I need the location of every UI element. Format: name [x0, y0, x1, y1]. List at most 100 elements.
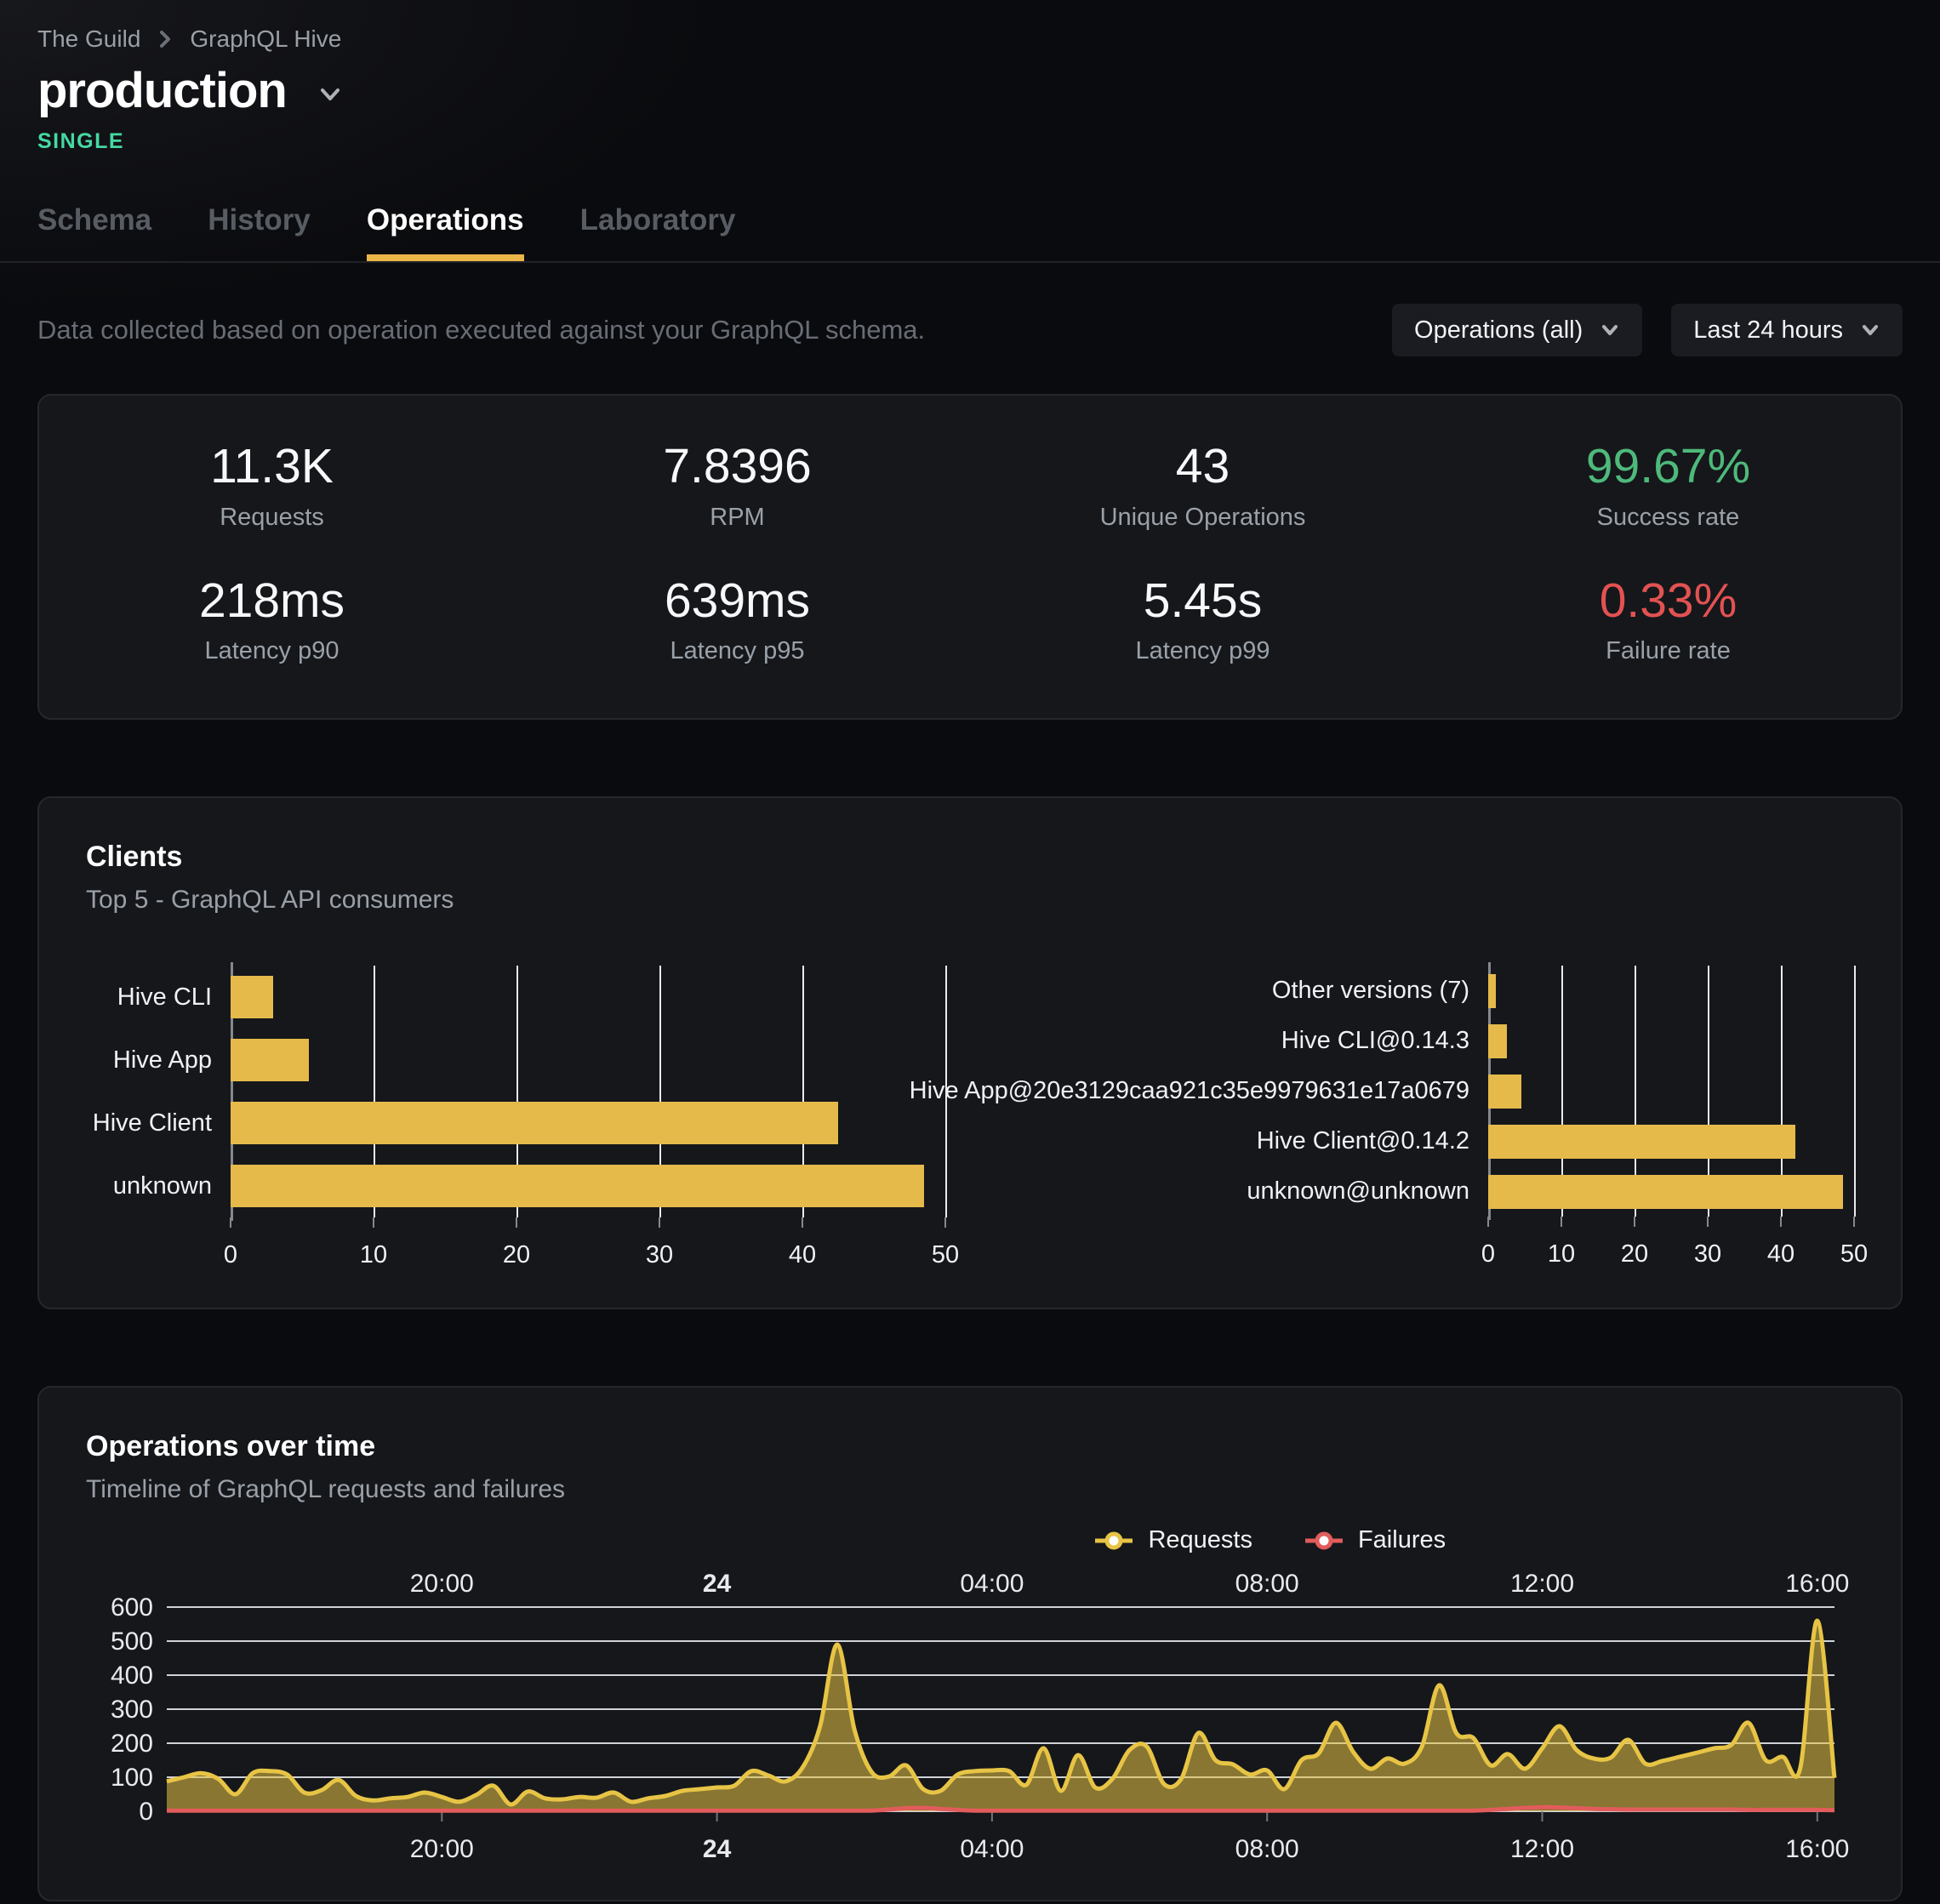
bar-chart-body: Other versions (7)Hive CLI@0.14.3Hive Ap… [961, 966, 1854, 1217]
breadcrumb-project[interactable]: GraphQL Hive [190, 26, 341, 53]
bar-row [1488, 966, 1854, 1016]
bar-category-label: Hive Client [86, 1092, 231, 1154]
y-tick-label: 100 [111, 1764, 153, 1792]
x-tick-label-bottom: 20:00 [410, 1835, 474, 1863]
breadcrumb-org[interactable]: The Guild [37, 26, 140, 53]
clients-panel-subtitle: Top 5 - GraphQL API consumers [86, 886, 1854, 915]
legend-item-failures[interactable]: Failures [1304, 1526, 1446, 1554]
bar [1488, 1075, 1521, 1109]
legend-item-requests[interactable]: Requests [1093, 1526, 1252, 1554]
legend-label: Failures [1358, 1526, 1446, 1554]
stat-value: 7.8396 [505, 440, 970, 493]
title-row: production [37, 66, 1903, 116]
x-tick [373, 1217, 374, 1228]
stat-value: 5.45s [970, 574, 1435, 628]
x-tick [230, 1217, 231, 1228]
clients-panel: Clients Top 5 - GraphQL API consumers Hi… [37, 796, 1903, 1309]
period-filter-value: Last 24 hours [1693, 316, 1843, 345]
target-selector-chevron-down-icon[interactable] [316, 84, 345, 105]
stat-value: 11.3K [39, 440, 505, 493]
operations-filter-dropdown[interactable]: Operations (all) [1392, 304, 1642, 356]
y-tick-label: 600 [111, 1593, 153, 1622]
x-tick [802, 1217, 803, 1228]
bar-row [1488, 1016, 1854, 1066]
x-tick-label: 10 [360, 1241, 387, 1269]
bar-category-labels: Other versions (7)Hive CLI@0.14.3Hive Ap… [961, 966, 1488, 1217]
tab-schema[interactable]: Schema [37, 203, 151, 261]
y-tick-label: 300 [111, 1696, 153, 1724]
stat-label: Latency p95 [505, 637, 970, 665]
stat-success-rate: 99.67% Success rate [1435, 440, 1901, 532]
x-tick [1780, 1217, 1782, 1227]
page-title: production [37, 66, 287, 116]
period-filter-dropdown[interactable]: Last 24 hours [1671, 304, 1903, 356]
bar [231, 1102, 838, 1144]
timeline-chart-svg: 010020030040050060020:0020:00242404:0004… [86, 1566, 1854, 1866]
bar-chart-plot [1488, 966, 1854, 1217]
y-tick-label: 0 [139, 1798, 153, 1826]
x-tick-label-top: 20:00 [410, 1570, 474, 1598]
stat-latency-p95: 639ms Latency p95 [505, 574, 970, 666]
bar-row [231, 1092, 945, 1154]
stat-label: RPM [505, 504, 970, 532]
clients-charts-row: Hive CLIHive AppHive Clientunknown010203… [86, 966, 1854, 1274]
x-tick-label-top: 08:00 [1235, 1570, 1299, 1598]
x-tick [1561, 1217, 1562, 1227]
x-tick [1634, 1217, 1635, 1227]
stat-rpm: 7.8396 RPM [505, 440, 970, 532]
clients-by-name-chart: Hive CLIHive AppHive Clientunknown010203… [86, 966, 945, 1274]
page-container: The Guild GraphQL Hive production SINGLE… [0, 0, 1940, 261]
legend-marker-icon [1093, 1530, 1134, 1552]
tab-history[interactable]: History [208, 203, 311, 261]
stat-label: Unique Operations [970, 504, 1435, 532]
x-tick-label: 50 [932, 1241, 959, 1269]
bar-category-label: Hive App [86, 1029, 231, 1092]
bar-row [231, 1029, 945, 1092]
x-tick-label: 40 [1767, 1240, 1794, 1268]
bar-category-label: unknown@unknown [961, 1166, 1488, 1217]
bar-category-label: Hive CLI@0.14.3 [961, 1016, 1488, 1066]
bar-chart-x-axis: 01020304050 [231, 1229, 945, 1274]
stat-label: Success rate [1435, 504, 1901, 532]
page-description: Data collected based on operation execut… [37, 315, 1363, 345]
header-divider [0, 261, 1940, 263]
chevron-right-icon [157, 28, 173, 50]
breadcrumb: The Guild GraphQL Hive [37, 0, 1903, 53]
timeline-legend: Requests Failures [1093, 1526, 1854, 1554]
stat-value: 639ms [505, 574, 970, 628]
stat-latency-p99: 5.45s Latency p99 [970, 574, 1435, 666]
gridline [945, 966, 947, 1217]
x-tick-label: 20 [503, 1241, 530, 1269]
bar-row [231, 966, 945, 1029]
requests-area [167, 1621, 1834, 1811]
clients-panel-title: Clients [86, 841, 1854, 874]
x-tick-label-top: 16:00 [1785, 1570, 1849, 1598]
x-tick [1487, 1217, 1489, 1227]
x-tick-label: 30 [646, 1241, 673, 1269]
x-tick [1707, 1217, 1709, 1227]
stat-value: 99.67% [1435, 440, 1901, 493]
bar-chart-plot [231, 966, 945, 1217]
bar [231, 1165, 924, 1207]
bar-row [1488, 1066, 1854, 1116]
x-tick-label: 10 [1548, 1240, 1575, 1268]
tab-laboratory[interactable]: Laboratory [580, 203, 736, 261]
target-type-badge: SINGLE [37, 129, 1903, 154]
stat-label: Latency p99 [970, 637, 1435, 665]
legend-marker-icon [1304, 1530, 1344, 1552]
x-tick-label-top: 04:00 [960, 1570, 1024, 1598]
stat-label: Requests [39, 504, 505, 532]
stat-value: 0.33% [1435, 574, 1901, 628]
bar [1488, 1024, 1507, 1058]
bar-row [231, 1154, 945, 1217]
x-tick-label-top: 24 [703, 1570, 732, 1598]
stat-value: 218ms [39, 574, 505, 628]
stat-requests: 11.3K Requests [39, 440, 505, 532]
bar-chart-body: Hive CLIHive AppHive Clientunknown [86, 966, 945, 1217]
content: Data collected based on operation execut… [0, 304, 1940, 1901]
stat-label: Latency p90 [39, 637, 505, 665]
tab-operations[interactable]: Operations [367, 203, 524, 261]
stat-value: 43 [970, 440, 1435, 493]
timeline-panel-subtitle: Timeline of GraphQL requests and failure… [86, 1475, 1854, 1504]
x-tick-label: 40 [789, 1241, 816, 1269]
